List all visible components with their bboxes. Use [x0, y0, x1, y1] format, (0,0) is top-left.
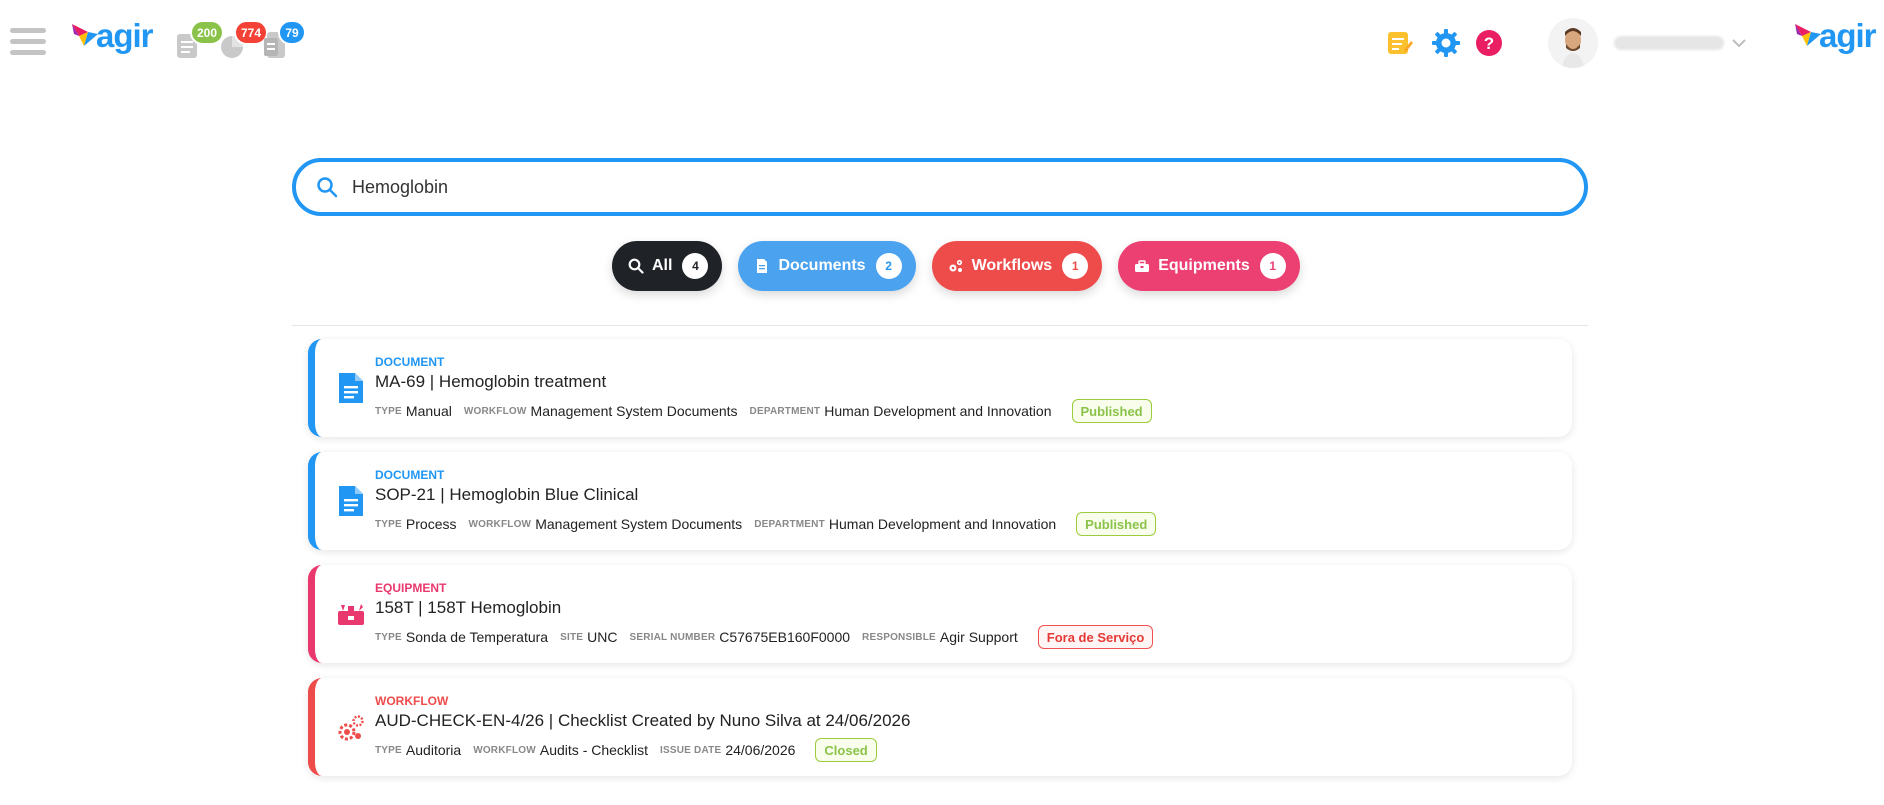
filter-documents[interactable]: Documents 2	[738, 241, 916, 291]
status-badge: Published	[1071, 399, 1152, 423]
status-badge: Closed	[815, 738, 877, 762]
meta-key: TYPE	[375, 744, 402, 756]
logo[interactable]: agir	[70, 17, 154, 54]
filter-label: Equipments	[1158, 257, 1250, 274]
filter-label: Documents	[778, 257, 866, 274]
filter-equipments[interactable]: Equipments 1	[1118, 241, 1300, 291]
meta-value: 24/06/2026	[725, 742, 796, 758]
meta-value: UNC	[587, 629, 618, 645]
meta-key: WORKFLOW	[463, 405, 527, 417]
chevron-down-icon[interactable]	[1730, 34, 1748, 52]
user-photo-icon	[1548, 18, 1598, 68]
avatar	[1548, 18, 1598, 68]
meta-key: DEPARTMENT	[749, 405, 821, 417]
result-title[interactable]: MA-69 | Hemoglobin treatment	[375, 372, 606, 392]
result-card[interactable]: EQUIPMENT 158T | 158T Hemoglobin TYPE So…	[308, 565, 1572, 663]
result-meta: TYPE Auditoria WORKFLOW Audits - Checkli…	[375, 738, 877, 762]
meta-key: TYPE	[375, 631, 402, 643]
result-meta: TYPE Manual WORKFLOW Management System D…	[375, 399, 1152, 423]
toolbox-icon	[1135, 260, 1150, 272]
meta-key: WORKFLOW	[473, 744, 536, 756]
filter-label: Workflows	[971, 257, 1053, 274]
workflow-icon	[949, 259, 962, 272]
search-icon	[628, 258, 644, 274]
meta-key: SITE	[560, 631, 584, 643]
counter-badge: 774	[234, 20, 269, 45]
counter-group: 200 774 79	[172, 18, 312, 68]
result-card[interactable]: DOCUMENT SOP-21 | Hemoglobin Blue Clinic…	[308, 452, 1572, 550]
result-title[interactable]: SOP-21 | Hemoglobin Blue Clinical	[375, 485, 638, 505]
gears-icon	[338, 715, 364, 741]
meta-value: Agir Support	[939, 629, 1018, 645]
meta-value: Manual	[405, 403, 452, 419]
result-card[interactable]: WORKFLOW AUD-CHECK-EN-4/26 | Checklist C…	[308, 678, 1572, 776]
document-icon	[339, 373, 363, 403]
meta-key: SERIAL NUMBER	[629, 631, 716, 643]
result-kind: WORKFLOW	[375, 694, 449, 708]
document-icon	[757, 259, 768, 273]
meta-value: Human Development and Innovation	[824, 403, 1052, 419]
result-kind: EQUIPMENT	[375, 581, 447, 595]
svg-text:?: ?	[1484, 34, 1494, 53]
counter-badge: 79	[278, 20, 306, 45]
result-kind: DOCUMENT	[375, 468, 445, 482]
logo-text: agir	[1819, 17, 1877, 54]
meta-value: Audits - Checklist	[539, 742, 649, 758]
tasks-counter[interactable]: 774	[220, 20, 269, 65]
meta-value: Management System Documents	[530, 403, 738, 419]
toolbox-icon	[338, 604, 364, 625]
menu-icon[interactable]	[10, 28, 46, 60]
meta-key: DEPARTMENT	[754, 518, 825, 530]
meta-key: TYPE	[375, 518, 402, 530]
client-logo: agir	[1793, 17, 1877, 54]
meta-value: Process	[405, 516, 457, 532]
filter-count: 4	[682, 253, 709, 279]
divider	[292, 325, 1588, 326]
document-icon	[339, 486, 363, 516]
result-kind: DOCUMENT	[375, 355, 445, 369]
search-input[interactable]	[352, 176, 1452, 198]
search-bar	[292, 158, 1588, 216]
notes-icon[interactable]	[1384, 28, 1414, 58]
meta-value: Auditoria	[405, 742, 462, 758]
result-meta: TYPE Process WORKFLOW Management System …	[375, 512, 1157, 536]
meta-key: RESPONSIBLE	[862, 631, 936, 643]
filter-tabs: All 4 Documents 2 Workflows 1 Equipments…	[612, 241, 1300, 291]
top-bar: agir 200 774 79 ? agir	[0, 0, 1884, 90]
meta-key: WORKFLOW	[468, 518, 532, 530]
counter-badge: 200	[190, 20, 225, 45]
filter-workflows[interactable]: Workflows 1	[931, 241, 1103, 291]
help-icon[interactable]: ?	[1474, 28, 1504, 58]
result-card[interactable]: DOCUMENT MA-69 | Hemoglobin treatment TY…	[308, 339, 1572, 437]
status-badge: Fora de Serviço	[1037, 625, 1154, 649]
search-icon	[317, 177, 338, 198]
documents-counter[interactable]: 200	[176, 20, 225, 65]
settings-icon[interactable]	[1431, 28, 1461, 58]
result-title[interactable]: 158T | 158T Hemoglobin	[375, 598, 561, 618]
user-name-blurred	[1614, 36, 1724, 50]
filter-count: 1	[1062, 253, 1089, 279]
user-menu[interactable]	[1548, 18, 1748, 68]
search-results: DOCUMENT MA-69 | Hemoglobin treatment TY…	[308, 339, 1572, 791]
status-badge: Published	[1076, 512, 1157, 536]
result-meta: TYPE Sonda de Temperatura SITE UNC SERIA…	[375, 625, 1154, 649]
meta-key: TYPE	[375, 405, 402, 417]
meta-key: ISSUE DATE	[660, 744, 722, 756]
meta-value: Management System Documents	[535, 516, 743, 532]
records-counter[interactable]: 79	[264, 20, 306, 65]
meta-value: C57675EB160F0000	[719, 629, 851, 645]
filter-count: 1	[1259, 253, 1286, 279]
logo-text: agir	[96, 17, 154, 54]
meta-value: Human Development and Innovation	[828, 516, 1057, 532]
filter-all[interactable]: All 4	[612, 241, 723, 291]
meta-value: Sonda de Temperatura	[405, 629, 549, 645]
filter-label: All	[652, 257, 673, 274]
filter-count: 2	[875, 253, 902, 279]
result-title[interactable]: AUD-CHECK-EN-4/26 | Checklist Created by…	[375, 711, 910, 731]
